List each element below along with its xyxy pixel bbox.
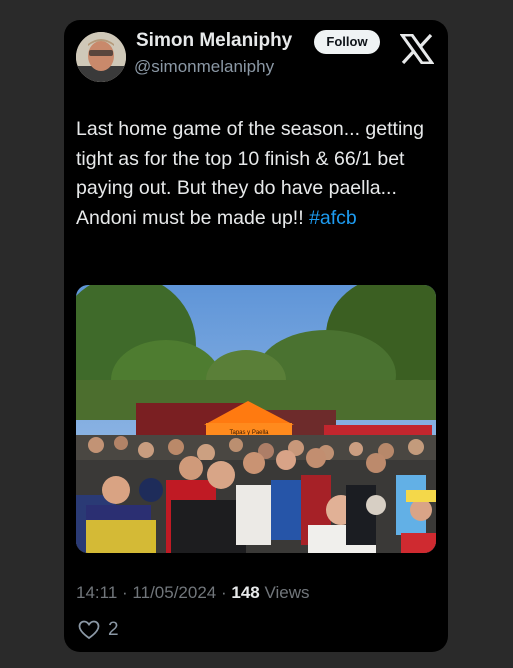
tweet-photo[interactable]: Tapas y Paella [76,285,436,553]
tweet-card: Simon Melaniphy @simonmelaniphy Follow L… [64,20,448,652]
tweet-date[interactable]: 11/05/2024 [132,583,216,602]
avatar[interactable] [76,32,126,82]
like-button[interactable]: 2 [78,618,119,642]
tweet-text: Last home game of the season... getting … [76,115,426,233]
x-logo-icon[interactable] [400,34,434,64]
views-label: Views [264,583,310,602]
like-count: 2 [108,619,119,640]
tweet-time[interactable]: 14:11 [76,583,117,602]
tweet-meta: 14:11 · 11/05/2024 · 148 Views [76,583,310,603]
meta-separator: · [220,583,227,602]
meta-separator: · [122,583,128,602]
display-name[interactable]: Simon Melaniphy [136,30,292,52]
crowd-photo: Tapas y Paella [76,285,436,553]
follow-button[interactable]: Follow [314,30,380,54]
views-count: 148 [231,583,260,602]
tweet-body: Last home game of the season... getting … [76,118,424,229]
avatar-photo [76,32,126,82]
heart-icon [78,620,100,640]
hashtag-link[interactable]: #afcb [309,207,357,229]
handle[interactable]: @simonmelaniphy [134,57,274,77]
